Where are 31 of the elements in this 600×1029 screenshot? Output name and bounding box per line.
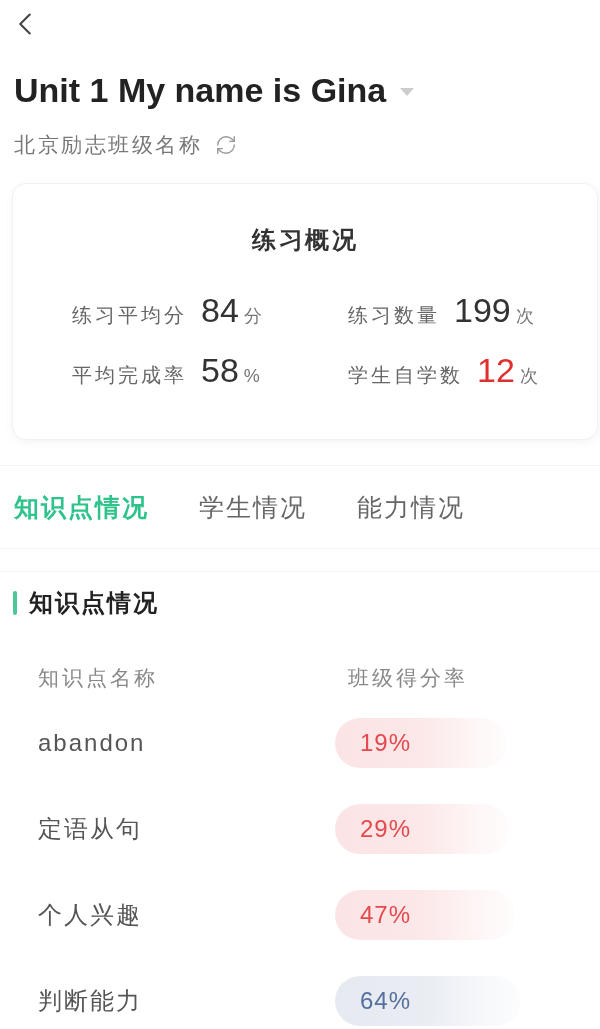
knowledge-name: 判断能力 [38, 986, 142, 1016]
stat-value: 12 [477, 350, 515, 391]
accent-bar [13, 591, 17, 615]
stat-label: 练习数量 [348, 303, 440, 328]
column-header: 知识点名称 [38, 665, 158, 691]
knowledge-name: 定语从句 [38, 814, 142, 844]
stat-label: 平均完成率 [72, 363, 187, 388]
card-title: 练习概况 [252, 225, 358, 255]
stat-value: 58 [201, 350, 239, 391]
caret-icon[interactable] [400, 88, 415, 96]
knowledge-name: abandon [38, 728, 146, 758]
tab[interactable]: 能力情况 [357, 490, 465, 524]
refresh-button[interactable] [214, 133, 238, 157]
column-header: 班级得分率 [347, 665, 468, 691]
stat-unit: 分 [243, 305, 262, 328]
refresh-icon [215, 134, 237, 156]
section-title: 知识点情况 [29, 588, 159, 618]
tab[interactable]: 学生情况 [199, 490, 307, 524]
stat-label: 练习平均分 [72, 303, 187, 328]
score-bar: 29% [335, 804, 510, 854]
stat-unit: % [243, 365, 260, 388]
stat-label: 学生自学数 [348, 363, 463, 388]
stat-value: 84 [201, 290, 239, 331]
score-bar: 19% [335, 718, 508, 768]
stat-unit: 次 [519, 365, 538, 388]
stat-unit: 次 [515, 305, 534, 328]
score-bar: 47% [335, 890, 516, 940]
class-name: 北京励志班级名称 [14, 132, 202, 158]
unit-title: Unit 1 My name is Gina [14, 70, 387, 110]
stat-value: 199 [454, 290, 511, 331]
knowledge-name: 个人兴趣 [38, 900, 142, 930]
